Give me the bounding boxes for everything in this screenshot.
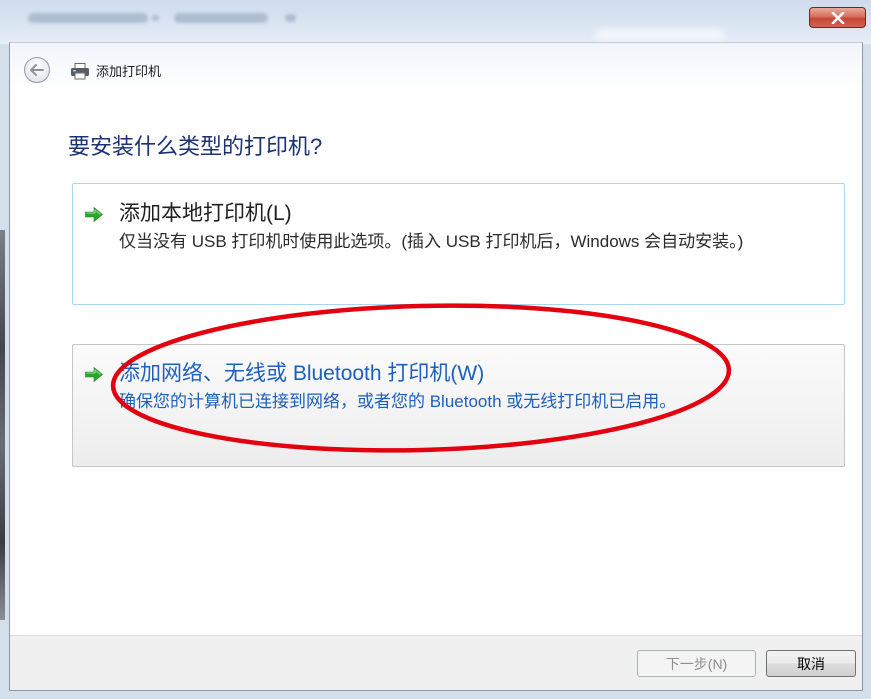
option-description: 仅当没有 USB 打印机时使用此选项。(插入 USB 打印机后，Windows …: [119, 232, 744, 251]
title-bar-glow: [595, 29, 725, 41]
green-arrow-icon: [85, 367, 103, 382]
back-arrow-icon: [30, 64, 44, 76]
close-icon: [831, 11, 844, 24]
option-title: 添加网络、无线或 Bluetooth 打印机(W): [119, 362, 485, 385]
next-button[interactable]: 下一步(N): [637, 650, 756, 677]
command-bar: 下一步(N) 取消: [10, 635, 862, 690]
title-bar[interactable]: [0, 0, 871, 44]
option-description: 确保您的计算机已连接到网络，或者您的 Bluetooth 或无线打印机已启用。: [119, 392, 677, 411]
blurred-title-text: [285, 14, 296, 22]
back-button[interactable]: [24, 57, 50, 83]
desktop-background-edge: [0, 230, 5, 620]
blurred-title-text: [152, 15, 159, 21]
wizard-title: 添加打印机: [96, 64, 162, 79]
blurred-title-text: [174, 13, 268, 23]
option-title: 添加本地打印机(L): [119, 202, 292, 225]
green-arrow-icon: [85, 207, 103, 222]
close-button[interactable]: [809, 7, 866, 28]
printer-icon: [71, 63, 89, 80]
cancel-button[interactable]: 取消: [766, 650, 856, 677]
blurred-title-text: [28, 13, 148, 23]
page-heading: 要安装什么类型的打印机?: [68, 134, 323, 159]
option-add-local-printer[interactable]: 添加本地打印机(L) 仅当没有 USB 打印机时使用此选项。(插入 USB 打印…: [72, 183, 845, 305]
option-add-network-printer[interactable]: 添加网络、无线或 Bluetooth 打印机(W) 确保您的计算机已连接到网络，…: [72, 344, 845, 467]
